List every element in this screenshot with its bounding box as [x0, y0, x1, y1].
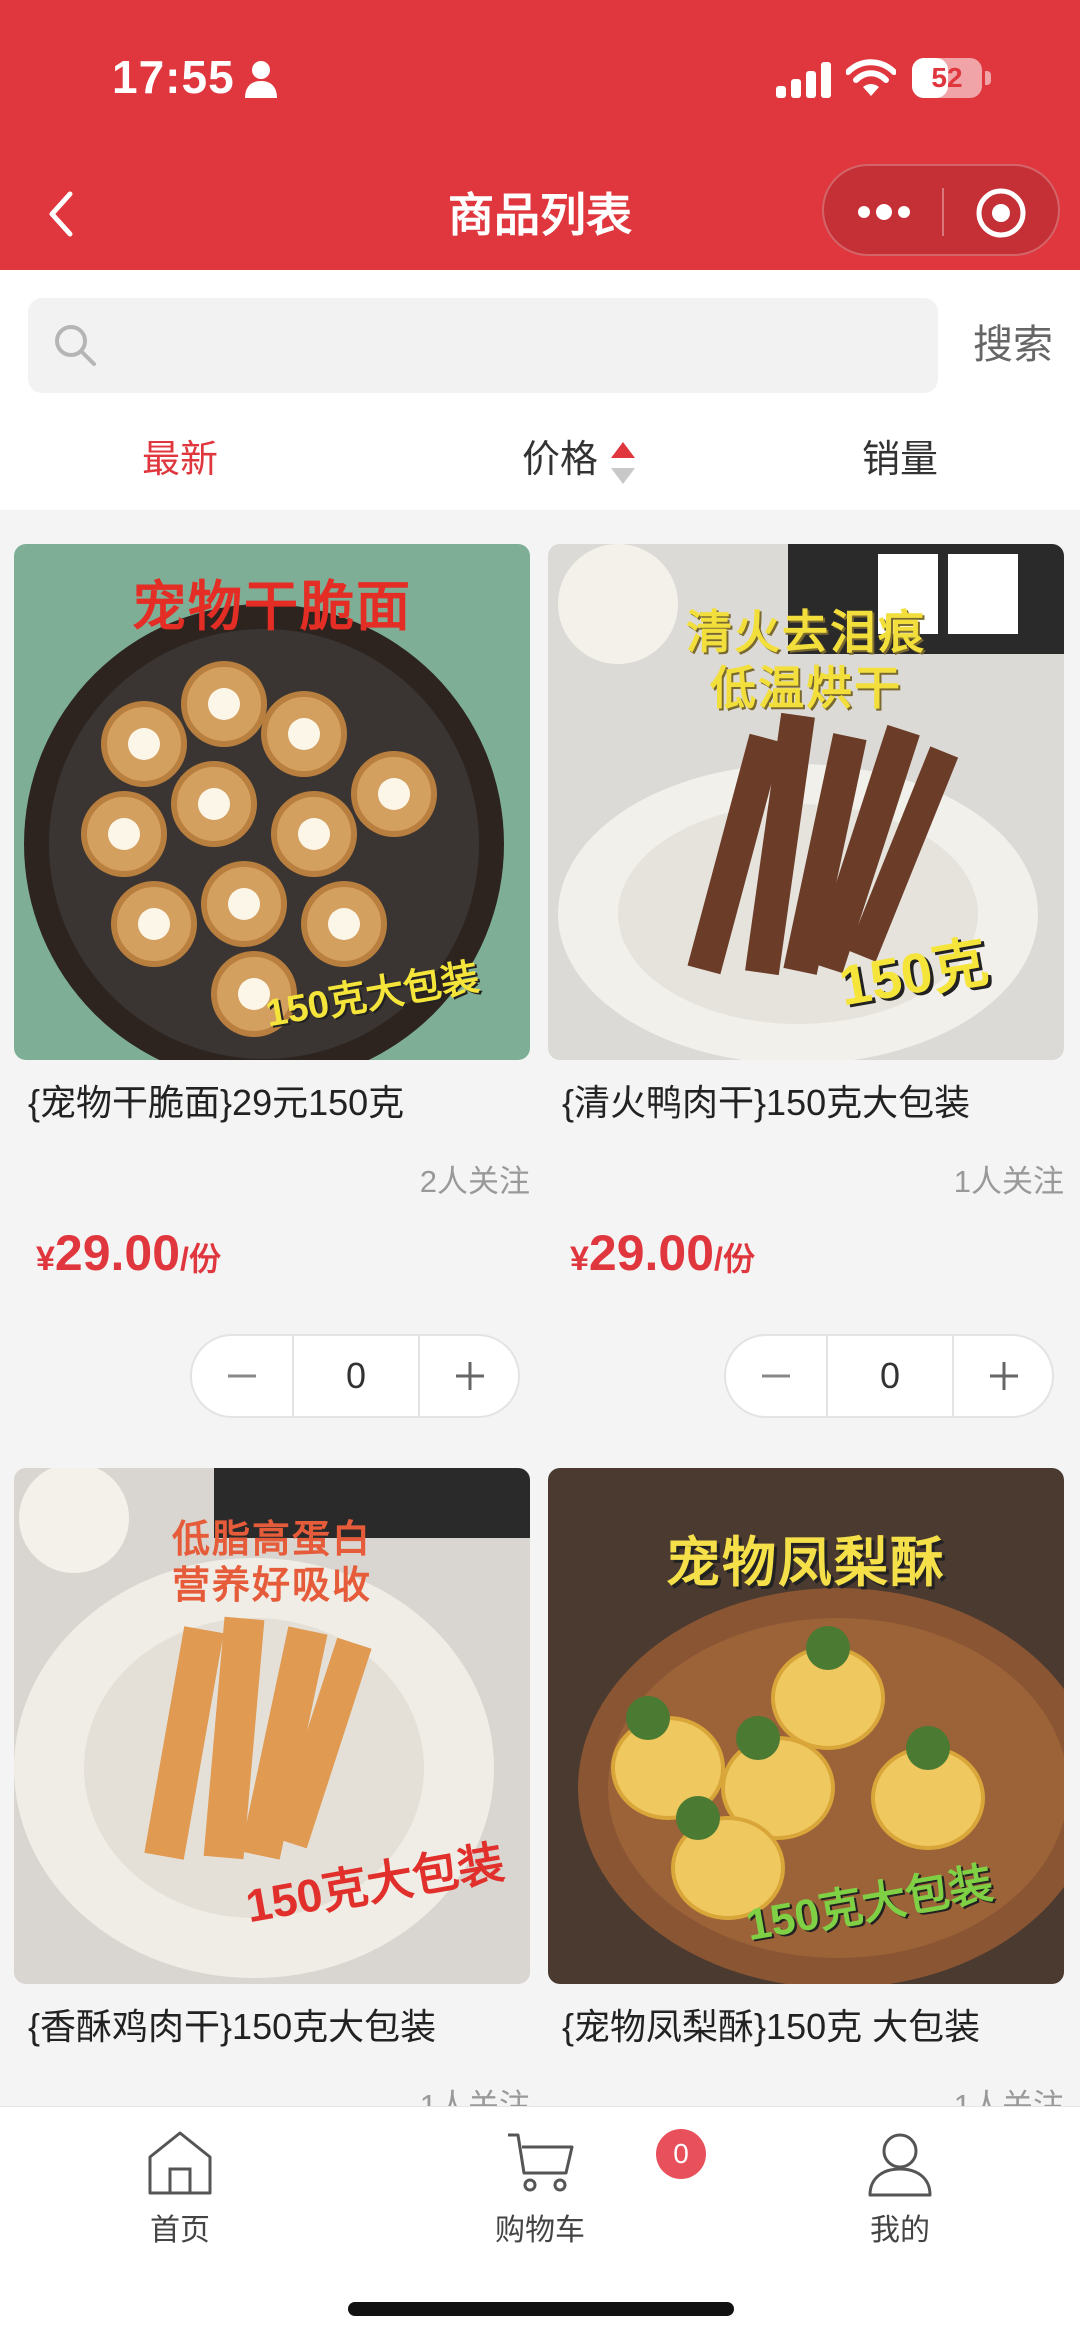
image-caption: 宠物凤梨酥	[666, 1533, 946, 1593]
price-symbol: ¥	[36, 1240, 55, 1278]
search-input[interactable]	[118, 298, 918, 393]
wifi-icon	[846, 59, 896, 96]
product-image[interactable]: 低脂高蛋白 营养好吸收 150克大包装	[14, 1468, 530, 1984]
search-button[interactable]: 搜索	[958, 298, 1068, 393]
price-unit: /份	[180, 1241, 221, 1277]
status-time: 17:55	[112, 51, 235, 103]
plus-icon[interactable]	[954, 1336, 1054, 1416]
follow-count: 1人关注	[953, 1164, 1064, 1199]
tabbar-cart[interactable]: 购物车	[440, 2107, 640, 2257]
follow-count: 2人关注	[419, 1164, 530, 1199]
minus-icon[interactable]	[192, 1336, 292, 1416]
mini-program-capsule	[822, 164, 1060, 256]
battery-icon: 52	[912, 58, 992, 98]
back-icon[interactable]	[40, 184, 84, 244]
product-image[interactable]: 宠物干脆面 150克大包装	[14, 544, 530, 1060]
product-image[interactable]: 宠物凤梨酥 150克大包装	[548, 1468, 1064, 1984]
product-card[interactable]: 宠物凤梨酥 150克大包装 {宠物凤梨酥}150克 大包装 1人关注	[548, 1468, 1064, 2123]
image-caption-2: 营养好吸收	[171, 1565, 372, 1607]
minus-icon[interactable]	[726, 1336, 826, 1416]
tabbar-home[interactable]: 首页	[80, 2107, 280, 2257]
image-caption-2: 低温烘干	[710, 662, 902, 714]
search-box[interactable]	[28, 298, 938, 393]
user-icon	[868, 2133, 932, 2197]
cart-icon	[508, 2133, 574, 2192]
sort-tabs: 最新 价格 销量	[0, 410, 1080, 510]
product-title[interactable]: {香酥鸡肉干}150克大包装	[28, 1998, 528, 2050]
image-caption: 宠物干脆面	[132, 577, 412, 637]
sort-icon[interactable]	[608, 438, 638, 488]
product-card[interactable]: 低脂高蛋白 营养好吸收 150克大包装 {香酥鸡肉干}150克大包装 1人关注	[14, 1468, 530, 2123]
status-bar: 17:55 52	[0, 0, 1080, 160]
home-indicator	[348, 2302, 734, 2316]
battery-level: 52	[931, 62, 963, 93]
search-area: 搜索 最新 价格 销量	[0, 270, 1080, 510]
active-tab-indicator	[128, 236, 232, 241]
product-price: ¥29.00/份	[36, 1224, 221, 1282]
product-price: ¥29.00/份	[570, 1224, 755, 1282]
cart-count-badge: 0	[656, 2129, 706, 2179]
home-icon	[148, 2131, 212, 2195]
price-value: 29.00	[588, 1225, 715, 1281]
product-card[interactable]: 清火去泪痕 低温烘干 150克 {清火鸭肉干}150克大包装 1人关注 ¥29.…	[548, 544, 1064, 1444]
product-title[interactable]: {清火鸭肉干}150克大包装	[562, 1074, 1062, 1126]
close-target-icon[interactable]	[974, 186, 1028, 240]
person-icon	[245, 61, 277, 98]
tab-latest[interactable]: 最新	[120, 410, 240, 510]
tabbar-me[interactable]: 我的	[800, 2107, 1000, 2257]
tabbar-label: 我的	[870, 2214, 930, 2247]
plus-icon[interactable]	[420, 1336, 520, 1416]
product-title[interactable]: {宠物凤梨酥}150克 大包装	[562, 1998, 1062, 2050]
product-image[interactable]: 清火去泪痕 低温烘干 150克	[548, 544, 1064, 1060]
tab-sales[interactable]: 销量	[840, 410, 960, 510]
product-card[interactable]: 宠物干脆面 150克大包装 {宠物干脆面}29元150克 2人关注 ¥29.00…	[14, 544, 530, 1444]
tabbar-label: 购物车	[495, 2214, 585, 2247]
quantity-value[interactable]: 0	[828, 1336, 952, 1416]
quantity-value[interactable]: 0	[294, 1336, 418, 1416]
product-title[interactable]: {宠物干脆面}29元150克	[28, 1074, 528, 1126]
signal-icon	[776, 62, 831, 98]
nav-bar: 商品列表	[0, 160, 1080, 270]
quantity-stepper: 0	[190, 1334, 520, 1418]
more-icon[interactable]	[854, 192, 914, 232]
search-icon	[55, 325, 96, 366]
tabbar-label: 首页	[150, 2214, 210, 2247]
quantity-stepper: 0	[724, 1334, 1054, 1418]
header: 17:55 52 商品列表	[0, 0, 1080, 270]
price-unit: /份	[714, 1241, 755, 1277]
price-value: 29.00	[54, 1225, 181, 1281]
price-symbol: ¥	[570, 1240, 589, 1278]
